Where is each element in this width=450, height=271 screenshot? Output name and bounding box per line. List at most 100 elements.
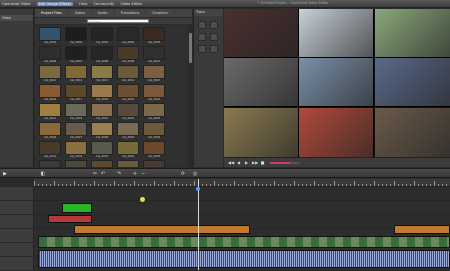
- media-thumbnail[interactable]: clip_0025: [143, 103, 165, 122]
- media-thumbnail[interactable]: clip_0009: [117, 46, 139, 65]
- thumbnail-label: clip_0020: [147, 98, 161, 101]
- media-thumbnail[interactable]: clip_0026: [39, 122, 61, 141]
- fast-forward-icon[interactable]: ▶▶: [252, 160, 258, 165]
- media-thumbnail[interactable]: clip_0007: [65, 46, 87, 65]
- media-thumbnail[interactable]: clip_0010: [143, 46, 165, 65]
- media-thumbnail[interactable]: clip_0040: [143, 160, 165, 167]
- stop-icon[interactable]: ■: [260, 160, 265, 165]
- media-thumbnail[interactable]: clip_0013: [91, 65, 113, 84]
- track-header[interactable]: [0, 201, 34, 215]
- media-thumbnail[interactable]: clip_0017: [65, 84, 87, 103]
- menu-item-editor[interactable]: Video Editor: [120, 2, 142, 6]
- preview-seek-bar[interactable]: [270, 162, 300, 164]
- media-thumbnail[interactable]: clip_0038: [91, 160, 113, 167]
- media-thumbnail[interactable]: clip_0019: [117, 84, 139, 103]
- playhead-handle[interactable]: [196, 187, 200, 191]
- ruler-tick: [166, 184, 167, 186]
- media-thumbnail[interactable]: clip_0002: [65, 27, 87, 46]
- media-thumbnail[interactable]: clip_0021: [39, 103, 61, 122]
- media-thumbnail[interactable]: clip_0018: [91, 84, 113, 103]
- thumbnail-label: clip_0003: [95, 41, 109, 44]
- clip-title[interactable]: [62, 203, 92, 213]
- transition-item[interactable]: [210, 21, 218, 29]
- media-thumbnail[interactable]: clip_0015: [143, 65, 165, 84]
- clip-image[interactable]: [48, 215, 92, 223]
- search-input[interactable]: Search: [87, 19, 149, 24]
- track-header[interactable]: [0, 215, 34, 229]
- media-thumbnail[interactable]: clip_0031: [39, 141, 61, 160]
- media-thumbnail[interactable]: clip_0036: [39, 160, 61, 167]
- tab-graphics[interactable]: Graphics: [146, 11, 175, 15]
- menu-item-help[interactable]: Help: [79, 2, 87, 6]
- media-thumbnail[interactable]: clip_0033: [91, 141, 113, 160]
- undo-icon[interactable]: ↶: [100, 171, 106, 177]
- ruler-tick: [218, 184, 219, 186]
- play-icon[interactable]: ▶: [244, 160, 249, 165]
- step-back-icon[interactable]: ◀: [236, 160, 241, 165]
- media-thumbnail[interactable]: clip_0012: [65, 65, 87, 84]
- playhead[interactable]: [198, 179, 199, 270]
- media-thumbnail[interactable]: clip_0008: [91, 46, 113, 65]
- snap-icon[interactable]: ◧: [40, 171, 46, 177]
- media-thumbnail[interactable]: clip_0037: [65, 160, 87, 167]
- menu-item-community[interactable]: Community: [94, 2, 115, 6]
- media-thumbnail[interactable]: clip_0039: [117, 160, 139, 167]
- transition-item[interactable]: [210, 33, 218, 41]
- timeline-track[interactable]: [34, 201, 450, 215]
- track-header[interactable]: [0, 257, 34, 271]
- thumbnail-label: clip_0014: [121, 79, 135, 82]
- clip-video-1[interactable]: [74, 225, 250, 234]
- tab-video[interactable]: Video: [69, 11, 92, 15]
- track-header[interactable]: [0, 243, 34, 257]
- zoom-out-icon[interactable]: −: [140, 171, 146, 177]
- play-icon[interactable]: ▶: [2, 171, 8, 177]
- media-thumbnail[interactable]: clip_0016: [39, 84, 61, 103]
- marker-icon[interactable]: [140, 197, 145, 202]
- media-thumbnail[interactable]: clip_0029: [117, 122, 139, 141]
- target-icon[interactable]: ◎: [192, 171, 198, 177]
- media-thumbnail[interactable]: clip_0032: [65, 141, 87, 160]
- redo-icon[interactable]: ↷: [116, 171, 122, 177]
- refresh-icon[interactable]: ⟳: [180, 171, 186, 177]
- media-thumbnail[interactable]: clip_0030: [143, 122, 165, 141]
- files-scrollbar[interactable]: [188, 25, 192, 167]
- timeline-track[interactable]: [34, 187, 450, 201]
- transition-item[interactable]: [198, 33, 206, 41]
- media-thumbnail[interactable]: clip_0028: [91, 122, 113, 141]
- clip-video-main[interactable]: [38, 236, 450, 248]
- track-header[interactable]: [0, 229, 34, 243]
- media-thumbnail[interactable]: clip_0006: [39, 46, 61, 65]
- clip-audio-waveform[interactable]: [38, 250, 450, 268]
- media-thumbnail[interactable]: clip_0024: [117, 103, 139, 122]
- media-thumbnail[interactable]: clip_0003: [91, 27, 113, 46]
- menu-item-edit[interactable]: Edit Image Effects: [36, 1, 74, 6]
- clip-video-2[interactable]: [394, 225, 450, 234]
- scrollbar-thumb[interactable]: [188, 33, 192, 63]
- transition-item[interactable]: [198, 45, 206, 53]
- media-thumbnail[interactable]: clip_0023: [91, 103, 113, 122]
- timeline-ruler[interactable]: [34, 179, 450, 187]
- media-thumbnail[interactable]: clip_0020: [143, 84, 165, 103]
- media-thumbnail[interactable]: clip_0027: [65, 122, 87, 141]
- media-thumbnail[interactable]: clip_0035: [143, 141, 165, 160]
- ruler-tick: [142, 184, 143, 186]
- media-thumbnail[interactable]: clip_0014: [117, 65, 139, 84]
- media-thumbnail[interactable]: clip_0004: [117, 27, 139, 46]
- tab-project-files[interactable]: Project Files: [35, 11, 69, 15]
- tab-transitions[interactable]: Transitions: [115, 11, 147, 15]
- media-thumbnail[interactable]: clip_0001: [39, 27, 61, 46]
- menu-item-file[interactable]: Openshot Video: [2, 2, 31, 6]
- track-header[interactable]: [0, 187, 34, 201]
- tab-audio[interactable]: Audio: [92, 11, 115, 15]
- left-panel-item-video[interactable]: Video: [0, 15, 33, 21]
- razor-icon[interactable]: ✂: [92, 171, 98, 177]
- media-thumbnail[interactable]: clip_0011: [39, 65, 61, 84]
- media-thumbnail[interactable]: clip_0034: [117, 141, 139, 160]
- thumbnail-image: [143, 27, 165, 41]
- media-thumbnail[interactable]: clip_0005: [143, 27, 165, 46]
- zoom-in-icon[interactable]: +: [132, 171, 138, 177]
- transition-item[interactable]: [210, 45, 218, 53]
- rewind-icon[interactable]: ◀◀: [228, 160, 234, 165]
- transition-item[interactable]: [198, 21, 206, 29]
- media-thumbnail[interactable]: clip_0022: [65, 103, 87, 122]
